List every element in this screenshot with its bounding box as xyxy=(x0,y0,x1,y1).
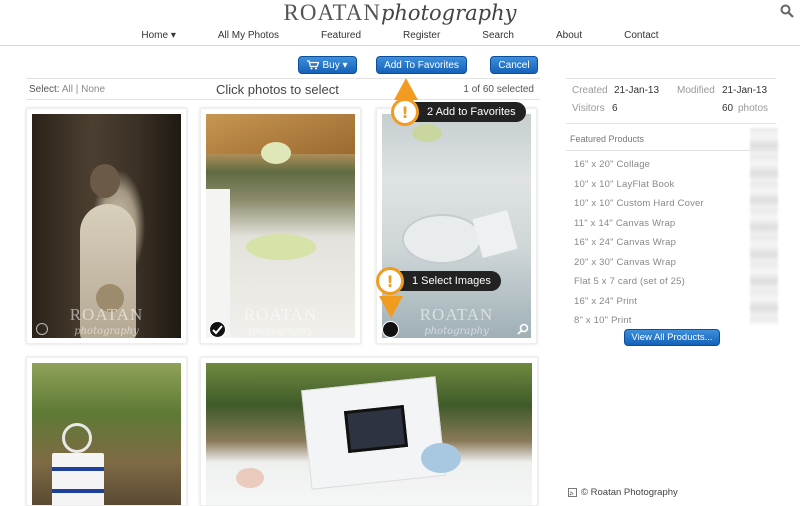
sidebar-divider xyxy=(566,150,776,151)
meta-row-dates: Created 21-Jan-13 Modified 21-Jan-13 xyxy=(566,85,776,103)
visitors-count: 6 xyxy=(612,103,618,114)
zoom-icon[interactable] xyxy=(517,323,529,335)
nav-about[interactable]: About xyxy=(535,30,603,41)
nav-divider xyxy=(0,45,800,46)
product-item[interactable]: 16" x 24" Canvas Wrap xyxy=(574,237,776,257)
product-list: 16" x 20" Collage 10" x 10" LayFlat Book… xyxy=(574,159,776,335)
visitors-label: Visitors xyxy=(572,103,605,114)
select-circle[interactable] xyxy=(382,321,399,338)
rss-icon[interactable] xyxy=(568,488,577,497)
gallery-sidebar: Created 21-Jan-13 Modified 21-Jan-13 Vis… xyxy=(566,78,776,335)
search-icon[interactable] xyxy=(780,4,794,18)
select-all-link[interactable]: All xyxy=(62,84,73,95)
photos-count: 60 xyxy=(722,103,734,114)
featured-products-title: Featured Products xyxy=(570,134,645,144)
product-item[interactable]: 10" x 10" LayFlat Book xyxy=(574,179,776,199)
site-logo[interactable]: ROATANphotography xyxy=(0,0,800,28)
sidebar-divider xyxy=(566,123,776,124)
created-label: Created xyxy=(572,85,608,96)
nav-all-my-photos[interactable]: All My Photos xyxy=(197,30,300,41)
photo-card-5[interactable] xyxy=(200,357,538,506)
product-item[interactable]: Flat 5 x 7 card (set of 25) xyxy=(574,276,776,296)
selected-check-icon[interactable] xyxy=(209,321,226,338)
photo-card-4[interactable] xyxy=(26,357,187,506)
product-item[interactable]: 20" x 30" Canvas Wrap xyxy=(574,257,776,277)
callout-label: 1 Select Images xyxy=(390,271,501,291)
photo-image xyxy=(32,363,181,505)
select-separator: | xyxy=(75,84,79,95)
add-to-favorites-button[interactable]: Add To Favorites xyxy=(376,56,467,74)
view-all-products-button[interactable]: View All Products... xyxy=(624,329,720,346)
photo-card-2[interactable]: ROATAN photography xyxy=(200,108,361,344)
select-circle[interactable] xyxy=(36,323,48,335)
product-item[interactable]: 11" x 14" Canvas Wrap xyxy=(574,218,776,238)
product-item[interactable]: 16" x 20" Collage xyxy=(574,159,776,179)
photo-watermark: ROATAN xyxy=(69,305,144,324)
nav-featured[interactable]: Featured xyxy=(300,30,382,41)
alert-icon: ! xyxy=(376,267,404,295)
modified-label: Modified xyxy=(677,85,715,96)
buy-label: Buy ▾ xyxy=(322,59,348,71)
nav-home[interactable]: Home ▾ xyxy=(120,30,196,41)
photo-watermark-script: photography xyxy=(424,326,489,337)
product-item[interactable]: 10" x 10" Custom Hard Cover xyxy=(574,198,776,218)
modified-date: 21-Jan-13 xyxy=(722,85,768,96)
copyright-text: © Roatan Photography xyxy=(581,487,678,498)
meta-row-counts: Visitors 6 60 photos xyxy=(566,103,776,121)
created-date: 21-Jan-13 xyxy=(614,85,660,96)
select-prefix: Select: xyxy=(29,84,60,95)
select-controls: Select: All | None xyxy=(29,84,105,95)
favorites-label: Add To Favorites xyxy=(384,59,459,71)
callout-label: 2 Add to Favorites xyxy=(405,102,526,122)
logo-script: photography xyxy=(380,1,517,25)
sidebar-divider xyxy=(566,78,776,79)
select-none-link[interactable]: None xyxy=(81,84,105,95)
cancel-button[interactable]: Cancel xyxy=(490,56,538,74)
nav-search[interactable]: Search xyxy=(461,30,535,41)
photo-watermark-script: photography xyxy=(74,326,139,337)
callout-select-images: 1 Select Images ! xyxy=(376,267,501,295)
photo-image xyxy=(206,363,532,505)
view-all-label: View All Products... xyxy=(631,332,713,343)
photo-card-1[interactable]: ROATAN photography xyxy=(26,108,187,344)
cart-icon xyxy=(307,60,320,70)
selection-bar: Select: All | None Click photos to selec… xyxy=(26,78,540,100)
buy-button[interactable]: Buy ▾ xyxy=(298,56,357,74)
product-thumbnails-blurred xyxy=(750,128,778,324)
photos-label: photos xyxy=(738,103,769,114)
alert-icon: ! xyxy=(391,98,419,126)
nav-contact[interactable]: Contact xyxy=(603,30,679,41)
select-hint: Click photos to select xyxy=(216,82,339,97)
product-item[interactable]: 16" x 24" Print xyxy=(574,296,776,316)
cancel-label: Cancel xyxy=(498,59,530,71)
callout-add-to-favorites: 2 Add to Favorites ! xyxy=(391,98,526,126)
footer: © Roatan Photography xyxy=(568,487,678,498)
main-nav: Home ▾ All My Photos Featured Register S… xyxy=(0,30,800,41)
nav-register[interactable]: Register xyxy=(382,30,461,41)
selected-count: 1 of 60 selected xyxy=(463,84,534,95)
logo-wordmark: ROATAN xyxy=(283,0,381,25)
